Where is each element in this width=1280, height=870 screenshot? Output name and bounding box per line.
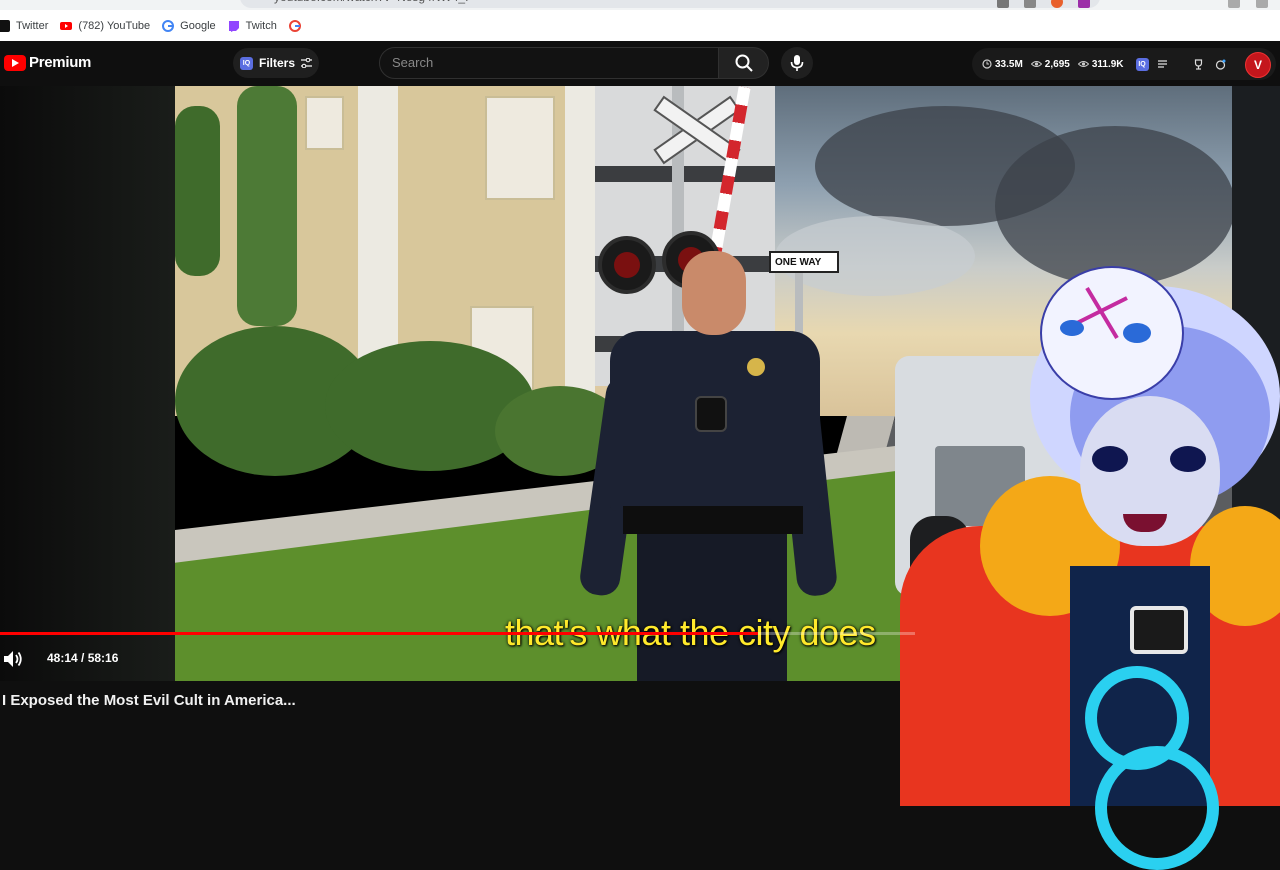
google-icon [288,19,301,32]
address-bar[interactable]: youtube.com/watch?v=Nesg4NW4_I [240,0,1100,8]
duty-belt [623,506,803,534]
vtuber-shirt-pattern [1095,746,1219,870]
extension-icon[interactable] [1024,0,1036,8]
youtube-logo-icon [4,54,26,71]
bookmarks-bar: Twitter (782) YouTube Google Twitch [0,10,1280,42]
video-stats-panel: 33.5M 2,695 311.9K IQ [972,48,1276,80]
youtube-premium-logo[interactable]: Premium [4,54,91,71]
youtube-header: Premium IQ Filters Search 33.5M 2,695 31… [0,41,1280,86]
vtuber-collar-buckle [1130,606,1188,654]
notification-icon[interactable] [1215,59,1229,70]
logo-text: Premium [29,54,92,71]
voice-search-button[interactable] [781,47,813,79]
vtuber-eye [1170,446,1206,472]
extension-icon[interactable] [997,0,1009,8]
twitter-icon [0,19,10,32]
vtuber-skull-mask [1040,266,1184,400]
body-camera [695,396,727,432]
microphone-icon [790,54,804,72]
volume-button[interactable] [2,648,24,670]
menu-icon[interactable] [1256,0,1268,8]
ambient-glow-left [0,86,175,681]
building-pillar [565,86,595,406]
vine [237,86,297,326]
search-button[interactable] [718,47,769,79]
list-icon[interactable] [1157,59,1171,69]
stat-watch-time: 33.5M [982,59,1023,70]
police-badge [747,358,765,376]
browser-toolbar: youtube.com/watch?v=Nesg4NW4_I [0,0,1280,10]
extension-icon[interactable] [1228,0,1240,8]
cloud [995,126,1232,286]
filters-button[interactable]: IQ Filters [233,48,319,78]
progress-bar-fill[interactable] [0,632,758,635]
stat-views: 2,695 [1030,58,1070,70]
twitch-icon [228,20,240,32]
stat-value: 2,695 [1044,58,1070,70]
bookmark-youtube[interactable]: (782) YouTube [60,16,150,36]
bookmark-twitch[interactable]: Twitch [228,16,277,36]
eye-icon [1030,61,1042,67]
iq-extension-icon[interactable]: IQ [1135,57,1149,71]
filters-label: Filters [258,56,295,70]
bookmark-twitter[interactable]: Twitter [0,16,48,36]
time-display: 48:14 / 58:16 [47,651,119,665]
volume-icon [4,651,22,667]
building-window [485,96,555,200]
video-title: I Exposed the Most Evil Cult in America.… [2,692,296,709]
search-icon [735,54,753,72]
vine [175,106,220,276]
sliders-icon [301,58,312,68]
stat-value: 33.5M [995,58,1023,70]
bookmark-label: Twitter [16,19,49,32]
vtuber-avatar-overlay [880,266,1280,870]
video-player[interactable]: ONE WAY that's what the city does 48:14 … [0,86,1280,870]
iq-icon: IQ [239,56,253,70]
youtube-icon [60,20,73,32]
officer-head [682,251,746,335]
garage-level [595,166,775,182]
user-avatar[interactable]: V [1245,52,1271,78]
one-way-sign: ONE WAY [769,251,839,273]
bookmark-label: Twitch [245,19,277,32]
building-window [305,96,344,150]
stat-value: 311.9K [1091,58,1124,70]
bookmark-label: (782) YouTube [78,19,151,32]
bookmark-label: Google [180,19,216,32]
vtuber-eye [1092,446,1128,472]
bookmark-google[interactable]: Google [162,16,216,36]
stat-total-views: 311.9K [1077,58,1124,70]
bookmark-google-2[interactable] [288,16,307,36]
google-icon [162,19,175,32]
eye-icon [1077,61,1089,67]
trophy-icon[interactable] [1193,58,1207,70]
extension-icon[interactable] [1078,0,1090,8]
search-input[interactable]: Search [379,47,719,79]
crossing-signal-light [598,236,656,294]
clock-icon [982,59,992,69]
